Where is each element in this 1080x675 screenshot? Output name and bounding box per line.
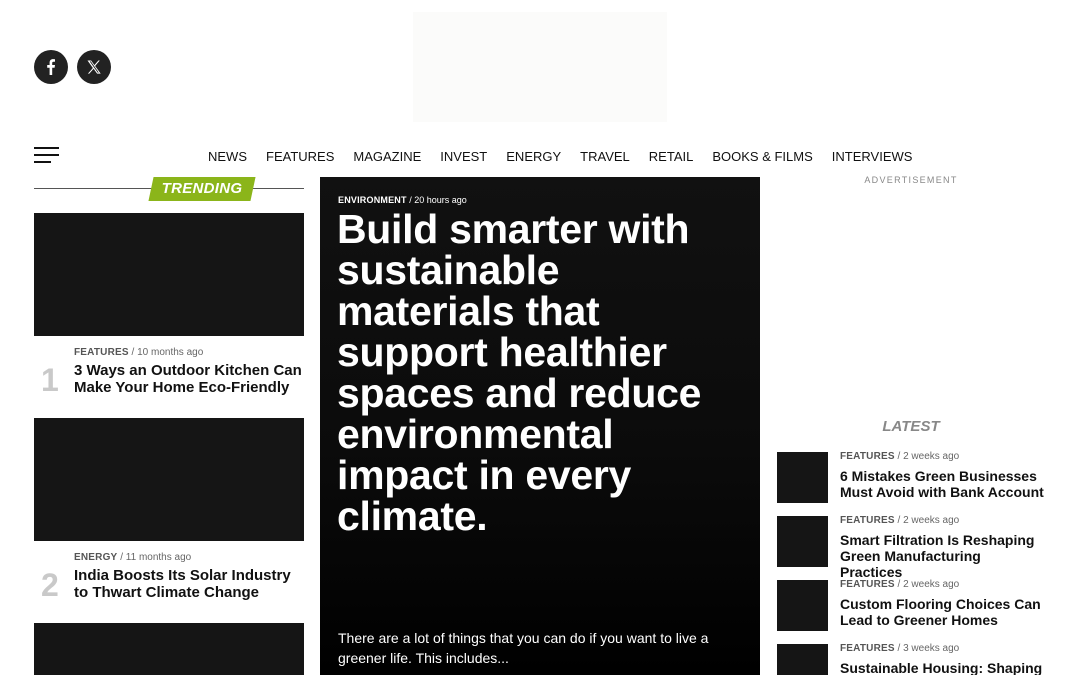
nav-item-magazine[interactable]: MAGAZINE [353,149,421,164]
latest-thumbnail[interactable] [777,452,828,503]
featured-article[interactable]: ENVIRONMENT / 20 hours ago Build smarter… [320,177,760,675]
menu-icon[interactable] [34,147,59,165]
trending-rank: 2 [41,567,59,603]
trending-title[interactable]: 3 Ways an Outdoor Kitchen Can Make Your … [74,362,304,396]
trending-image[interactable] [34,623,304,675]
trending-label: TRENDING [161,180,243,197]
trending-heading: TRENDING [34,177,304,201]
trending-title[interactable]: India Boosts Its Solar Industry to Thwar… [74,567,304,601]
nav-item-travel[interactable]: TRAVEL [580,149,630,164]
feature-time: 20 hours ago [414,195,467,205]
trending-category[interactable]: ENERGY [74,552,117,563]
latest-category[interactable]: FEATURES [840,579,895,590]
trending-image[interactable] [34,418,304,541]
nav-item-features[interactable]: FEATURES [266,149,334,164]
feature-excerpt: There are a lot of things that you can d… [338,630,709,666]
latest-meta: FEATURES / 2 weeks ago [840,451,959,462]
nav-item-books-films[interactable]: BOOKS & FILMS [712,149,812,164]
latest-meta: FEATURES / 2 weeks ago [840,579,959,590]
latest-thumbnail[interactable] [777,516,828,567]
latest-heading: LATEST [882,418,940,435]
nav-item-energy[interactable]: ENERGY [506,149,561,164]
latest-title[interactable]: Custom Flooring Choices Can Lead to Gree… [840,596,1045,628]
feature-title[interactable]: Build smarter with sustainable materials… [337,209,747,537]
latest-meta: FEATURES / 3 weeks ago [840,643,959,654]
trending-rank: 1 [41,362,59,398]
latest-thumbnail[interactable] [777,580,828,631]
latest-title[interactable]: 6 Mistakes Green Businesses Must Avoid w… [840,468,1045,500]
trending-meta: ENERGY / 11 months ago [74,552,191,563]
latest-time: 2 weeks ago [903,579,960,590]
latest-category[interactable]: FEATURES [840,515,895,526]
nav-item-invest[interactable]: INVEST [440,149,487,164]
nav-item-retail[interactable]: RETAIL [649,149,694,164]
latest-title[interactable]: Smart Filtration Is Reshaping Green Manu… [840,532,1045,580]
latest-category[interactable]: FEATURES [840,643,895,654]
trending-meta: FEATURES / 10 months ago [74,347,203,358]
nav-item-news[interactable]: NEWS [208,149,247,164]
trending-category[interactable]: FEATURES [74,347,129,358]
trending-time: 10 months ago [137,347,204,358]
feature-meta: ENVIRONMENT / 20 hours ago [338,195,467,205]
trending-image[interactable] [34,213,304,336]
nav-item-interviews[interactable]: INTERVIEWS [832,149,913,164]
social-links [34,50,111,84]
x-icon[interactable] [77,50,111,84]
facebook-icon[interactable] [34,50,68,84]
latest-category[interactable]: FEATURES [840,451,895,462]
trending-time: 11 months ago [125,552,192,563]
latest-meta: FEATURES / 2 weeks ago [840,515,959,526]
latest-title[interactable]: Sustainable Housing: Shaping [840,660,1045,675]
main-nav: NEWS FEATURES MAGAZINE INVEST ENERGY TRA… [208,149,912,164]
latest-time: 3 weeks ago [903,643,960,654]
feature-category[interactable]: ENVIRONMENT [338,195,407,205]
site-logo[interactable] [413,12,667,122]
latest-time: 2 weeks ago [903,451,960,462]
latest-time: 2 weeks ago [903,515,960,526]
advertisement-label: ADVERTISEMENT [864,175,958,185]
latest-thumbnail[interactable] [777,644,828,675]
